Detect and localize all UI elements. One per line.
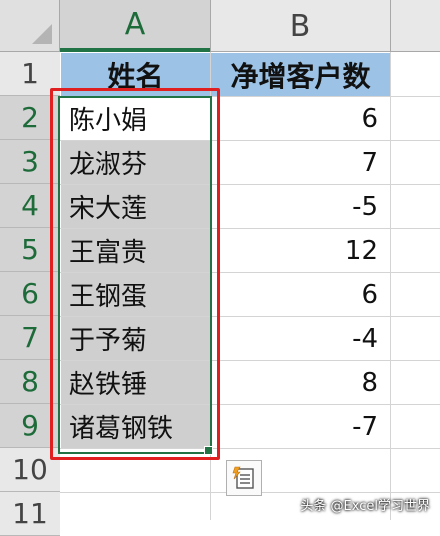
quick-analysis-icon [232,466,254,489]
cell-b2-value[interactable]: 6 [211,97,390,140]
cell-b3-value[interactable]: 7 [211,141,390,184]
cell-b1-net-customers-header[interactable]: 净增客户数 [211,53,390,96]
column-header-b[interactable]: B [210,0,390,52]
watermark-text: 头条 @Excel学习世界 [300,499,430,514]
cell-b6-value[interactable]: 6 [211,273,390,316]
cell-b4-value[interactable]: -5 [211,185,390,228]
grid-line [390,52,391,520]
row-header-11[interactable]: 11 [0,492,60,536]
cell-b5-value[interactable]: 12 [211,229,390,272]
cell-b8-value[interactable]: 8 [211,361,390,404]
column-separator[interactable] [390,0,391,52]
quick-analysis-button[interactable] [226,460,262,496]
cell-b9-value[interactable]: -7 [211,405,390,448]
annotation-highlight-box [50,88,220,460]
select-all-triangle-icon [32,24,52,44]
cell-b7-value[interactable]: -4 [211,317,390,360]
column-header-a[interactable]: A [60,0,210,52]
